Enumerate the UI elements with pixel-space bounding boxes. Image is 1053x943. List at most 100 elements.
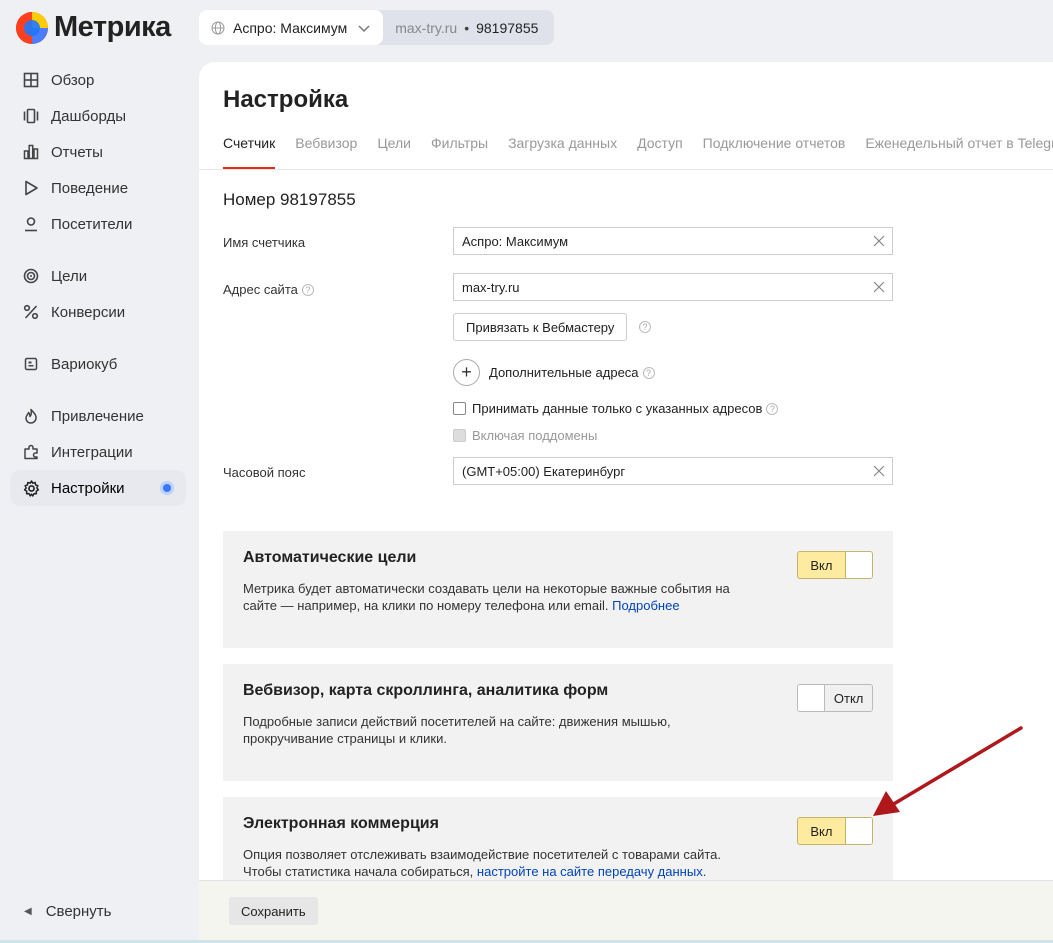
clear-icon[interactable] (873, 465, 885, 477)
sidebar-item-acquisition[interactable]: Привлечение (10, 398, 186, 434)
separator-dot: • (464, 19, 470, 36)
save-button[interactable]: Сохранить (229, 897, 318, 925)
additional-addresses-label: Дополнительные адреса (489, 365, 639, 380)
toggle-label: Откл (833, 690, 864, 706)
sidebar-item-label: Вариокуб (51, 355, 118, 373)
ecommerce-toggle[interactable]: Вкл (797, 817, 873, 845)
app-name: Метрика (54, 11, 171, 43)
sidebar-item-overview[interactable]: Обзор (10, 62, 186, 98)
sidebar-item-label: Конверсии (51, 303, 126, 321)
sidebar-item-label: Цели (51, 267, 88, 285)
include-subdomains-label: Включая поддомены (472, 428, 598, 443)
tab-filters[interactable]: Фильтры (431, 135, 488, 170)
ecommerce-description: Опция позволяет отслеживать взаимодейств… (243, 846, 743, 880)
checkbox[interactable] (453, 402, 466, 415)
chevron-down-icon (358, 24, 370, 32)
tab-report-connection[interactable]: Подключение отчетов (703, 135, 846, 170)
include-subdomains-checkbox: Включая поддомены (453, 428, 597, 443)
sidebar-item-label: Обзор (51, 71, 95, 89)
page-title: Настройка (223, 86, 349, 113)
globe-icon (211, 21, 225, 34)
grid-icon (22, 71, 40, 89)
webvisor-description: Подробные записи действий посетителей на… (243, 714, 671, 746)
sidebar-item-variocube[interactable]: Вариокуб (10, 346, 186, 382)
sidebar-item-visitors[interactable]: Посетители (10, 206, 186, 242)
timezone-label: Часовой пояс (223, 465, 305, 480)
toggle-knob (844, 818, 872, 844)
bar-chart-icon (22, 143, 40, 161)
counter-select[interactable]: Аспро: Максимум (199, 10, 384, 45)
sidebar: Обзор Дашборды Отчеты Поведение Посетите… (10, 62, 186, 506)
counter-name-label-text: Имя счетчика (223, 235, 306, 250)
help-icon[interactable]: ? (639, 321, 651, 333)
play-icon (22, 179, 40, 197)
sidebar-item-label: Дашборды (51, 107, 126, 125)
checkbox (453, 429, 466, 442)
auto-goals-title: Автоматические цели (243, 549, 417, 566)
only-listed-addresses-label: Принимать данные только с указанных адре… (472, 401, 763, 416)
sidebar-item-label: Настройки (51, 479, 125, 497)
sidebar-item-label: Поведение (51, 179, 129, 197)
metrika-logo-icon (16, 11, 48, 44)
user-icon (22, 215, 40, 233)
collapse-sidebar-button[interactable]: ◀ Свернуть (24, 903, 112, 920)
webvisor-card: Вебвизор, карта скроллинга, аналитика фо… (223, 664, 893, 781)
toggle-label: Вкл (810, 557, 833, 573)
cube-icon (22, 355, 40, 373)
plus-icon[interactable]: + (453, 359, 480, 386)
puzzle-icon (22, 443, 40, 461)
flame-icon (22, 407, 40, 425)
timezone-label-text: Часовой пояс (223, 465, 306, 480)
percent-icon (22, 303, 40, 321)
target-icon (22, 267, 40, 285)
clear-icon[interactable] (873, 281, 885, 293)
sidebar-item-dashboards[interactable]: Дашборды (10, 98, 186, 134)
tab-telegram-report[interactable]: Еженедельный отчет в Telegram (865, 135, 1053, 170)
setup-data-transfer-link[interactable]: настройте на сайте передачу данных. (477, 864, 706, 879)
site-address-label-text: Адрес сайта (223, 282, 298, 297)
counter-info: max-try.ru • 98197855 (383, 20, 554, 36)
ecommerce-title: Электронная коммерция (243, 815, 439, 832)
auto-goals-toggle[interactable]: Вкл (797, 551, 873, 579)
tab-goals[interactable]: Цели (377, 135, 411, 170)
help-icon[interactable]: ? (301, 283, 314, 296)
help-icon[interactable]: ? (766, 402, 779, 415)
counter-name-label: Имя счетчика (223, 235, 305, 250)
counter-number: 98197855 (476, 19, 539, 36)
auto-goals-card: Автоматические цели Метрика будет автома… (223, 531, 893, 648)
counter-name-value: Аспро: Максимум (462, 233, 569, 249)
sidebar-item-conversions[interactable]: Конверсии (10, 294, 186, 330)
counter-site: max-try.ru (395, 19, 458, 36)
counter-name: Аспро: Максимум (233, 19, 348, 36)
auto-goals-description: Метрика будет автоматически создавать це… (243, 580, 743, 614)
sidebar-item-goals[interactable]: Цели (10, 258, 186, 294)
timezone-input[interactable]: (GMT+05:00) Екатеринбург (453, 457, 893, 485)
sidebar-item-settings[interactable]: Настройки (10, 470, 186, 506)
tab-webvisor[interactable]: Вебвизор (295, 135, 357, 170)
only-listed-addresses-checkbox[interactable]: Принимать данные только с указанных адре… (453, 401, 779, 416)
tab-data-upload[interactable]: Загрузка данных (508, 135, 617, 170)
counter-number-title: Номер 98197855 (223, 190, 356, 209)
tab-counter[interactable]: Счетчик (223, 135, 276, 170)
counter-name-input[interactable]: Аспро: Максимум (453, 227, 893, 255)
annotation-arrow (873, 726, 1023, 816)
site-address-input[interactable]: max-try.ru (453, 273, 893, 301)
sidebar-item-reports[interactable]: Отчеты (10, 134, 186, 170)
gear-icon (22, 479, 40, 497)
additional-addresses[interactable]: + Дополнительные адреса ? (453, 359, 655, 386)
tab-access[interactable]: Доступ (637, 135, 683, 170)
more-info-link[interactable]: Подробнее (612, 598, 679, 613)
toggle-label: Вкл (810, 823, 833, 839)
sidebar-item-behavior[interactable]: Поведение (10, 170, 186, 206)
metrika-logo[interactable]: Метрика (16, 11, 171, 44)
sidebar-item-integrations[interactable]: Интеграции (10, 434, 186, 470)
sidebar-item-label: Интеграции (51, 443, 133, 461)
clear-icon[interactable] (873, 235, 885, 247)
webvisor-toggle[interactable]: Откл (797, 684, 873, 712)
link-webmaster-button[interactable]: Привязать к Вебмастеру (453, 313, 628, 341)
collapse-label: Свернуть (45, 903, 112, 920)
counter-switcher: Аспро: Максимум max-try.ru • 98197855 (199, 10, 555, 45)
timezone-value: (GMT+05:00) Екатеринбург (462, 463, 626, 479)
collapse-arrow-icon: ◀ (24, 906, 32, 917)
help-icon[interactable]: ? (642, 366, 655, 379)
